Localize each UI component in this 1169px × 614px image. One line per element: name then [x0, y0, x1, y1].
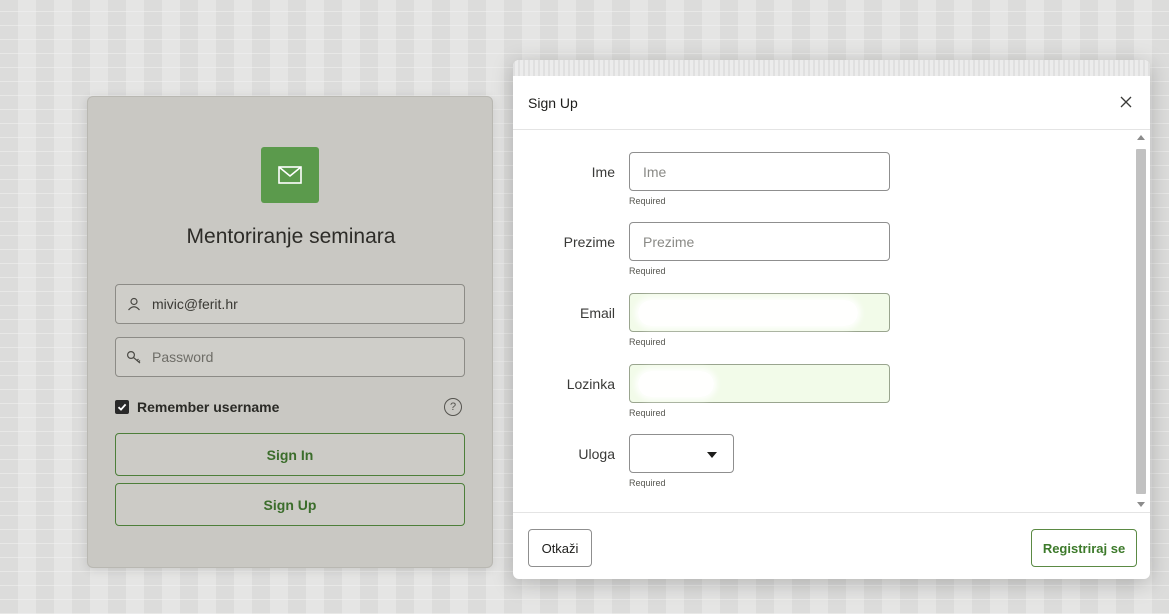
- email-required-hint: Required: [629, 337, 666, 347]
- envelope-icon: [261, 147, 319, 203]
- email-input[interactable]: [629, 293, 890, 332]
- lozinka-label: Lozinka: [566, 376, 615, 392]
- register-button[interactable]: Registriraj se: [1031, 529, 1137, 567]
- uloga-select[interactable]: [629, 434, 734, 473]
- remember-username-checkbox[interactable]: [115, 400, 129, 414]
- prezime-label: Prezime: [563, 234, 615, 250]
- prezime-required-hint: Required: [629, 266, 666, 276]
- form-row-uloga: Uloga Required: [513, 434, 1133, 494]
- password-field[interactable]: Password: [115, 337, 465, 377]
- lozinka-redacted-value: [638, 371, 714, 397]
- form-row-lozinka: Lozinka Required: [513, 364, 1133, 424]
- login-card: Mentoriranje seminara mivic@ferit.hr Pas…: [87, 96, 493, 568]
- close-icon[interactable]: [1116, 92, 1136, 112]
- ime-required-hint: Required: [629, 196, 666, 206]
- form-row-email: Email Required: [513, 293, 1133, 353]
- password-placeholder: Password: [152, 349, 214, 365]
- user-icon: [116, 285, 152, 323]
- sign-in-button[interactable]: Sign In: [115, 433, 465, 476]
- key-icon: [116, 338, 152, 376]
- app-title: Mentoriranje seminara: [186, 225, 396, 248]
- sign-up-dialog: Sign Up Ime Ime Required Prezime Prezime…: [513, 60, 1150, 579]
- dialog-title: Sign Up: [528, 95, 578, 111]
- help-icon[interactable]: ?: [444, 398, 462, 416]
- dialog-footer: Otkaži Registriraj se: [513, 512, 1150, 579]
- username-value: mivic@ferit.hr: [152, 296, 238, 312]
- scroll-thumb[interactable]: [1136, 149, 1146, 494]
- scroll-down-icon[interactable]: [1137, 502, 1145, 507]
- email-redacted-value: [638, 300, 858, 326]
- form-row-prezime: Prezime Prezime Required: [513, 222, 1133, 282]
- email-label: Email: [579, 305, 615, 321]
- dialog-scrollbar[interactable]: [1134, 131, 1148, 512]
- ime-label: Ime: [591, 164, 615, 180]
- lozinka-required-hint: Required: [629, 408, 666, 418]
- remember-username-row: Remember username ?: [115, 397, 465, 417]
- sign-up-button[interactable]: Sign Up: [115, 483, 465, 526]
- lozinka-input[interactable]: [629, 364, 890, 403]
- form-row-ime: Ime Ime Required: [513, 152, 1133, 212]
- ime-input[interactable]: Ime: [629, 152, 890, 191]
- chevron-down-icon: [707, 445, 717, 463]
- remember-username-label[interactable]: Remember username: [137, 399, 279, 415]
- prezime-input[interactable]: Prezime: [629, 222, 890, 261]
- uloga-required-hint: Required: [629, 478, 666, 488]
- cancel-button[interactable]: Otkaži: [528, 529, 592, 567]
- dialog-drag-strip[interactable]: [513, 60, 1150, 76]
- dialog-header: Sign Up: [513, 76, 1150, 130]
- uloga-label: Uloga: [578, 446, 615, 462]
- page-background: Mentoriranje seminara mivic@ferit.hr Pas…: [0, 0, 1169, 614]
- username-field[interactable]: mivic@ferit.hr: [115, 284, 465, 324]
- scroll-up-icon[interactable]: [1137, 135, 1145, 140]
- dialog-body: Ime Ime Required Prezime Prezime Require…: [513, 131, 1150, 512]
